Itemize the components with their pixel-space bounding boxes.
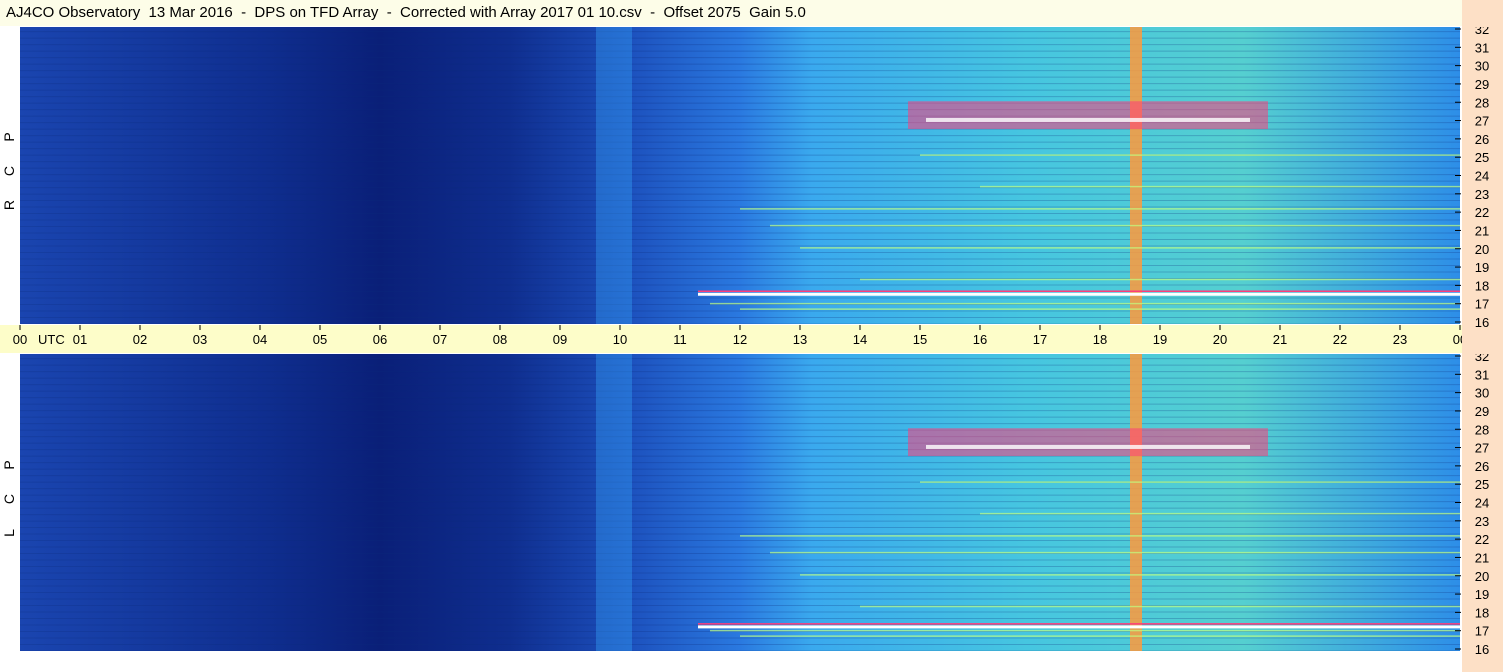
utc-tick-label: 18 (1093, 332, 1107, 347)
freq-tick-label: 24 (1475, 169, 1489, 184)
utc-tick-label: 01 (73, 332, 87, 347)
lcp-label: P C L (0, 448, 18, 550)
utc-tick-label: 10 (613, 332, 627, 347)
vertical-band (596, 354, 632, 651)
side-label-letter: C (1, 493, 17, 505)
freq-tick-label: 25 (1475, 150, 1489, 165)
saturation-streak (926, 444, 1250, 449)
rcp-label: P C R (0, 120, 18, 222)
page-title: AJ4CO Observatory 13 Mar 2016 - DPS on T… (6, 4, 806, 21)
utc-unit-label: UTC (38, 332, 65, 347)
utc-tick-label: 22 (1333, 332, 1347, 347)
rcp-frequency-axis: 16 17 18 19 20 21 22 23 24 25 26 27 28 29 30 31 32 (1455, 27, 1489, 327)
utc-tick-label: 20 (1213, 332, 1227, 347)
freq-tick-label: 31 (1475, 40, 1489, 55)
freq-tick-label: 17 (1475, 297, 1489, 312)
rcp-spectrogram (20, 27, 1460, 324)
title-bar: AJ4CO Observatory 13 Mar 2016 - DPS on T… (0, 0, 1462, 26)
utc-tick-label: 15 (913, 332, 927, 347)
freq-tick-label: 32 (1475, 354, 1489, 364)
freq-tick-label: 26 (1475, 459, 1489, 474)
utc-tick-label: 14 (853, 332, 867, 347)
side-label-letter: R (1, 199, 17, 211)
lcp-spectrogram (20, 354, 1460, 651)
freq-tick-label: 20 (1475, 242, 1489, 257)
freq-tick-label: 20 (1475, 569, 1489, 584)
utc-tick-label: 08 (493, 332, 507, 347)
utc-tick-label: 21 (1273, 332, 1287, 347)
freq-tick-label: 23 (1475, 514, 1489, 529)
side-label-letter: P (1, 132, 17, 142)
utc-tick-label: 04 (253, 332, 267, 347)
utc-tick-label: 03 (193, 332, 207, 347)
freq-tick-label: 19 (1475, 260, 1489, 275)
utc-tick-label: 02 (133, 332, 147, 347)
freq-tick-label: 29 (1475, 77, 1489, 92)
utc-tick-label: 19 (1153, 332, 1167, 347)
utc-tick-label: 13 (793, 332, 807, 347)
utc-tick-label: 07 (433, 332, 447, 347)
freq-tick-label: 27 (1475, 441, 1489, 456)
side-label-letter: L (1, 529, 17, 537)
freq-tick-label: 16 (1475, 642, 1489, 654)
freq-tick-label: 22 (1475, 205, 1489, 220)
side-label-letter: P (1, 460, 17, 470)
freq-tick-label: 30 (1475, 59, 1489, 74)
lcp-frequency-axis: 16 17 18 19 20 21 22 23 24 25 26 27 28 29 30 31 32 (1455, 354, 1489, 654)
freq-tick-label: 28 (1475, 95, 1489, 110)
freq-tick-label: 29 (1475, 404, 1489, 419)
saturation-streak (926, 117, 1250, 122)
activity-band (908, 101, 1268, 130)
freq-tick-label: 24 (1475, 496, 1489, 511)
utc-tick-label: 05 (313, 332, 327, 347)
utc-tick-label: 00 (13, 332, 27, 347)
freq-tick-label: 16 (1475, 315, 1489, 327)
freq-tick-label: 25 (1475, 477, 1489, 492)
vertical-band (596, 27, 632, 324)
utc-tick-label: 09 (553, 332, 567, 347)
freq-tick-label: 23 (1475, 187, 1489, 202)
freq-tick-label: 30 (1475, 386, 1489, 401)
freq-tick-label: 27 (1475, 114, 1489, 129)
utc-tick-label: 11 (673, 332, 687, 347)
utc-tick-label: 16 (973, 332, 987, 347)
rcp-spectrogram-features (20, 27, 1460, 324)
utc-tick-label: 12 (733, 332, 747, 347)
utc-tick-label: 00 (1453, 332, 1462, 347)
utc-tick-label: 06 (373, 332, 387, 347)
freq-tick-label: 21 (1475, 223, 1489, 238)
utc-tick-label: 17 (1033, 332, 1047, 347)
freq-tick-label: 17 (1475, 624, 1489, 639)
lcp-spectrogram-features (20, 354, 1460, 651)
freq-tick-label: 18 (1475, 278, 1489, 293)
activity-band (908, 428, 1268, 457)
freq-tick-label: 28 (1475, 422, 1489, 437)
freq-tick-label: 22 (1475, 532, 1489, 547)
freq-tick-label: 26 (1475, 132, 1489, 147)
freq-tick-label: 19 (1475, 587, 1489, 602)
freq-tick-label: 32 (1475, 27, 1489, 37)
utc-tick-label: 23 (1393, 332, 1407, 347)
side-label-letter: C (1, 165, 17, 177)
utc-axis: 00 01 02 03 04 05 06 07 08 09 10 11 12 13 14 15 16 17 18 19… (13, 325, 1462, 347)
freq-tick-label: 18 (1475, 605, 1489, 620)
freq-tick-label: 21 (1475, 550, 1489, 565)
freq-tick-label: 31 (1475, 367, 1489, 382)
